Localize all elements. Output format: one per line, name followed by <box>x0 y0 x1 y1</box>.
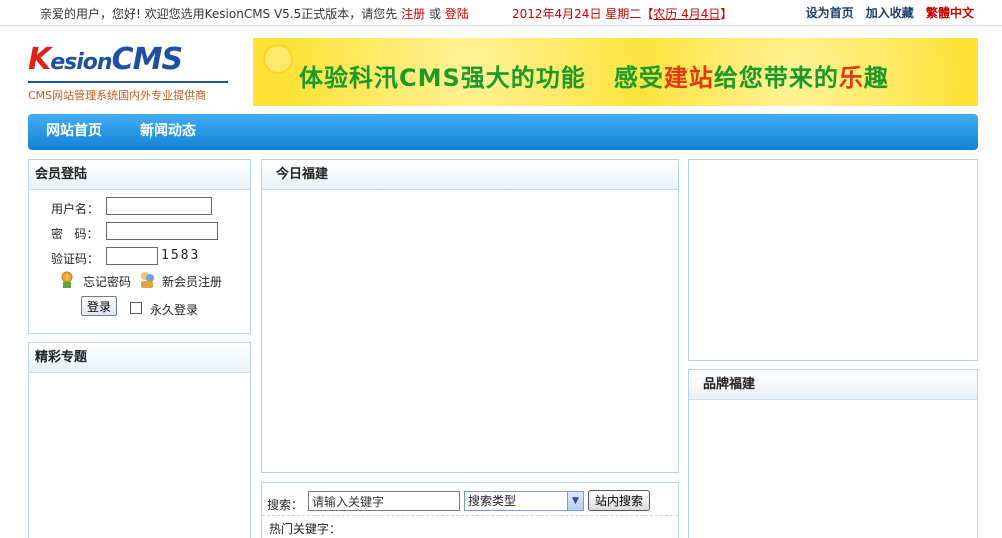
username-input[interactable] <box>106 197 212 215</box>
chevron-down-icon: ▼ <box>567 492 583 510</box>
username-label: 用户名： <box>51 202 100 216</box>
or-text: 或 <box>428 7 441 21</box>
logo-tagline: CMS网站管理系统国内外专业提供商 <box>28 89 207 102</box>
today-panel-title: 今日福建 <box>262 160 678 190</box>
site-search-button[interactable]: 站内搜索 <box>588 490 651 511</box>
member-login-panel: 会员登陆 用户名： 密 码： 验证码： 1583 ? 忘记密码 新会员注册 登录… <box>28 159 251 334</box>
nav-item-news[interactable]: 新闻动态 <box>140 114 196 150</box>
nav-item-home[interactable]: 网站首页 <box>46 114 102 150</box>
banner-slogan: 体验科汛CMS强大的功能 感受建站给您带来的乐趣 <box>299 64 889 92</box>
brand-fujian-panel: 品牌福建 <box>688 369 978 538</box>
topics-panel-title: 精彩专题 <box>29 343 250 373</box>
search-divider <box>262 515 678 516</box>
hot-keywords-label: 热门关键字： <box>269 522 342 536</box>
forgot-password-icon: ? <box>61 271 73 288</box>
login-link[interactable]: 登陆 <box>445 7 469 21</box>
add-favorite-link[interactable]: 加入收藏 <box>866 6 914 20</box>
logo-underline <box>28 81 228 83</box>
welcome-message: 亲爱的用户，您好! 欢迎您选用KesionCMS V5.5正式版本，请您先 注册… <box>40 5 469 22</box>
svg-text:?: ? <box>65 274 69 282</box>
lunar-date-link[interactable]: 农历 4月4日 <box>653 7 720 21</box>
login-button[interactable]: 登录 <box>81 296 118 316</box>
search-type-value: 搜索类型 <box>468 494 517 508</box>
date-bracket: 】 <box>720 7 733 21</box>
search-keyword-input[interactable] <box>308 491 460 511</box>
top-bar: 亲爱的用户，您好! 欢迎您选用KesionCMS V5.5正式版本，请您先 注册… <box>0 0 1002 26</box>
register-link[interactable]: 注册 <box>401 7 425 21</box>
date-display: 2012年4月24日 星期二【农历 4月4日】 <box>512 5 732 22</box>
site-search-panel: 搜索： 搜索类型 ▼ 站内搜索 热门关键字： <box>261 482 679 538</box>
password-input[interactable] <box>106 222 218 240</box>
brand-panel-title: 品牌福建 <box>689 370 977 400</box>
password-label: 密 码： <box>51 227 99 241</box>
featured-topics-panel: 精彩专题 <box>28 342 251 538</box>
traditional-chinese-link[interactable]: 繁體中文 <box>926 6 974 20</box>
welcome-text: 亲爱的用户，您好! 欢迎您选用KesionCMS V5.5正式版本，请您先 <box>40 7 398 21</box>
today-fujian-panel: 今日福建 <box>261 159 679 473</box>
remember-checkbox[interactable] <box>130 302 142 314</box>
search-label: 搜索： <box>267 498 304 512</box>
login-panel-title: 会员登陆 <box>29 160 250 190</box>
captcha-code: 1583 <box>161 248 201 263</box>
header-banner[interactable]: 体验科汛CMS强大的功能 感受建站给您带来的乐趣 <box>253 38 978 106</box>
logo-wordmark: KesionCMS <box>28 42 183 77</box>
forgot-password-link[interactable]: 忘记密码 <box>83 273 131 290</box>
date-text: 2012年4月24日 星期二【 <box>512 7 654 21</box>
top-links: 设为首页 加入收藏 繁體中文 <box>798 4 974 21</box>
site-logo[interactable]: KesionCMS CMS网站管理系统国内外专业提供商 <box>28 42 233 102</box>
remember-label: 永久登录 <box>150 303 199 317</box>
captcha-input[interactable] <box>106 247 158 265</box>
set-homepage-link[interactable]: 设为首页 <box>806 6 854 20</box>
new-member-register-link[interactable]: 新会员注册 <box>162 273 222 290</box>
captcha-label: 验证码： <box>51 252 100 266</box>
search-type-select[interactable]: 搜索类型 ▼ <box>464 491 584 511</box>
new-user-icon <box>141 272 154 288</box>
banner-sun-decoration <box>263 44 293 74</box>
main-nav: 网站首页 新闻动态 <box>28 114 978 150</box>
right-ad-panel <box>688 159 978 361</box>
